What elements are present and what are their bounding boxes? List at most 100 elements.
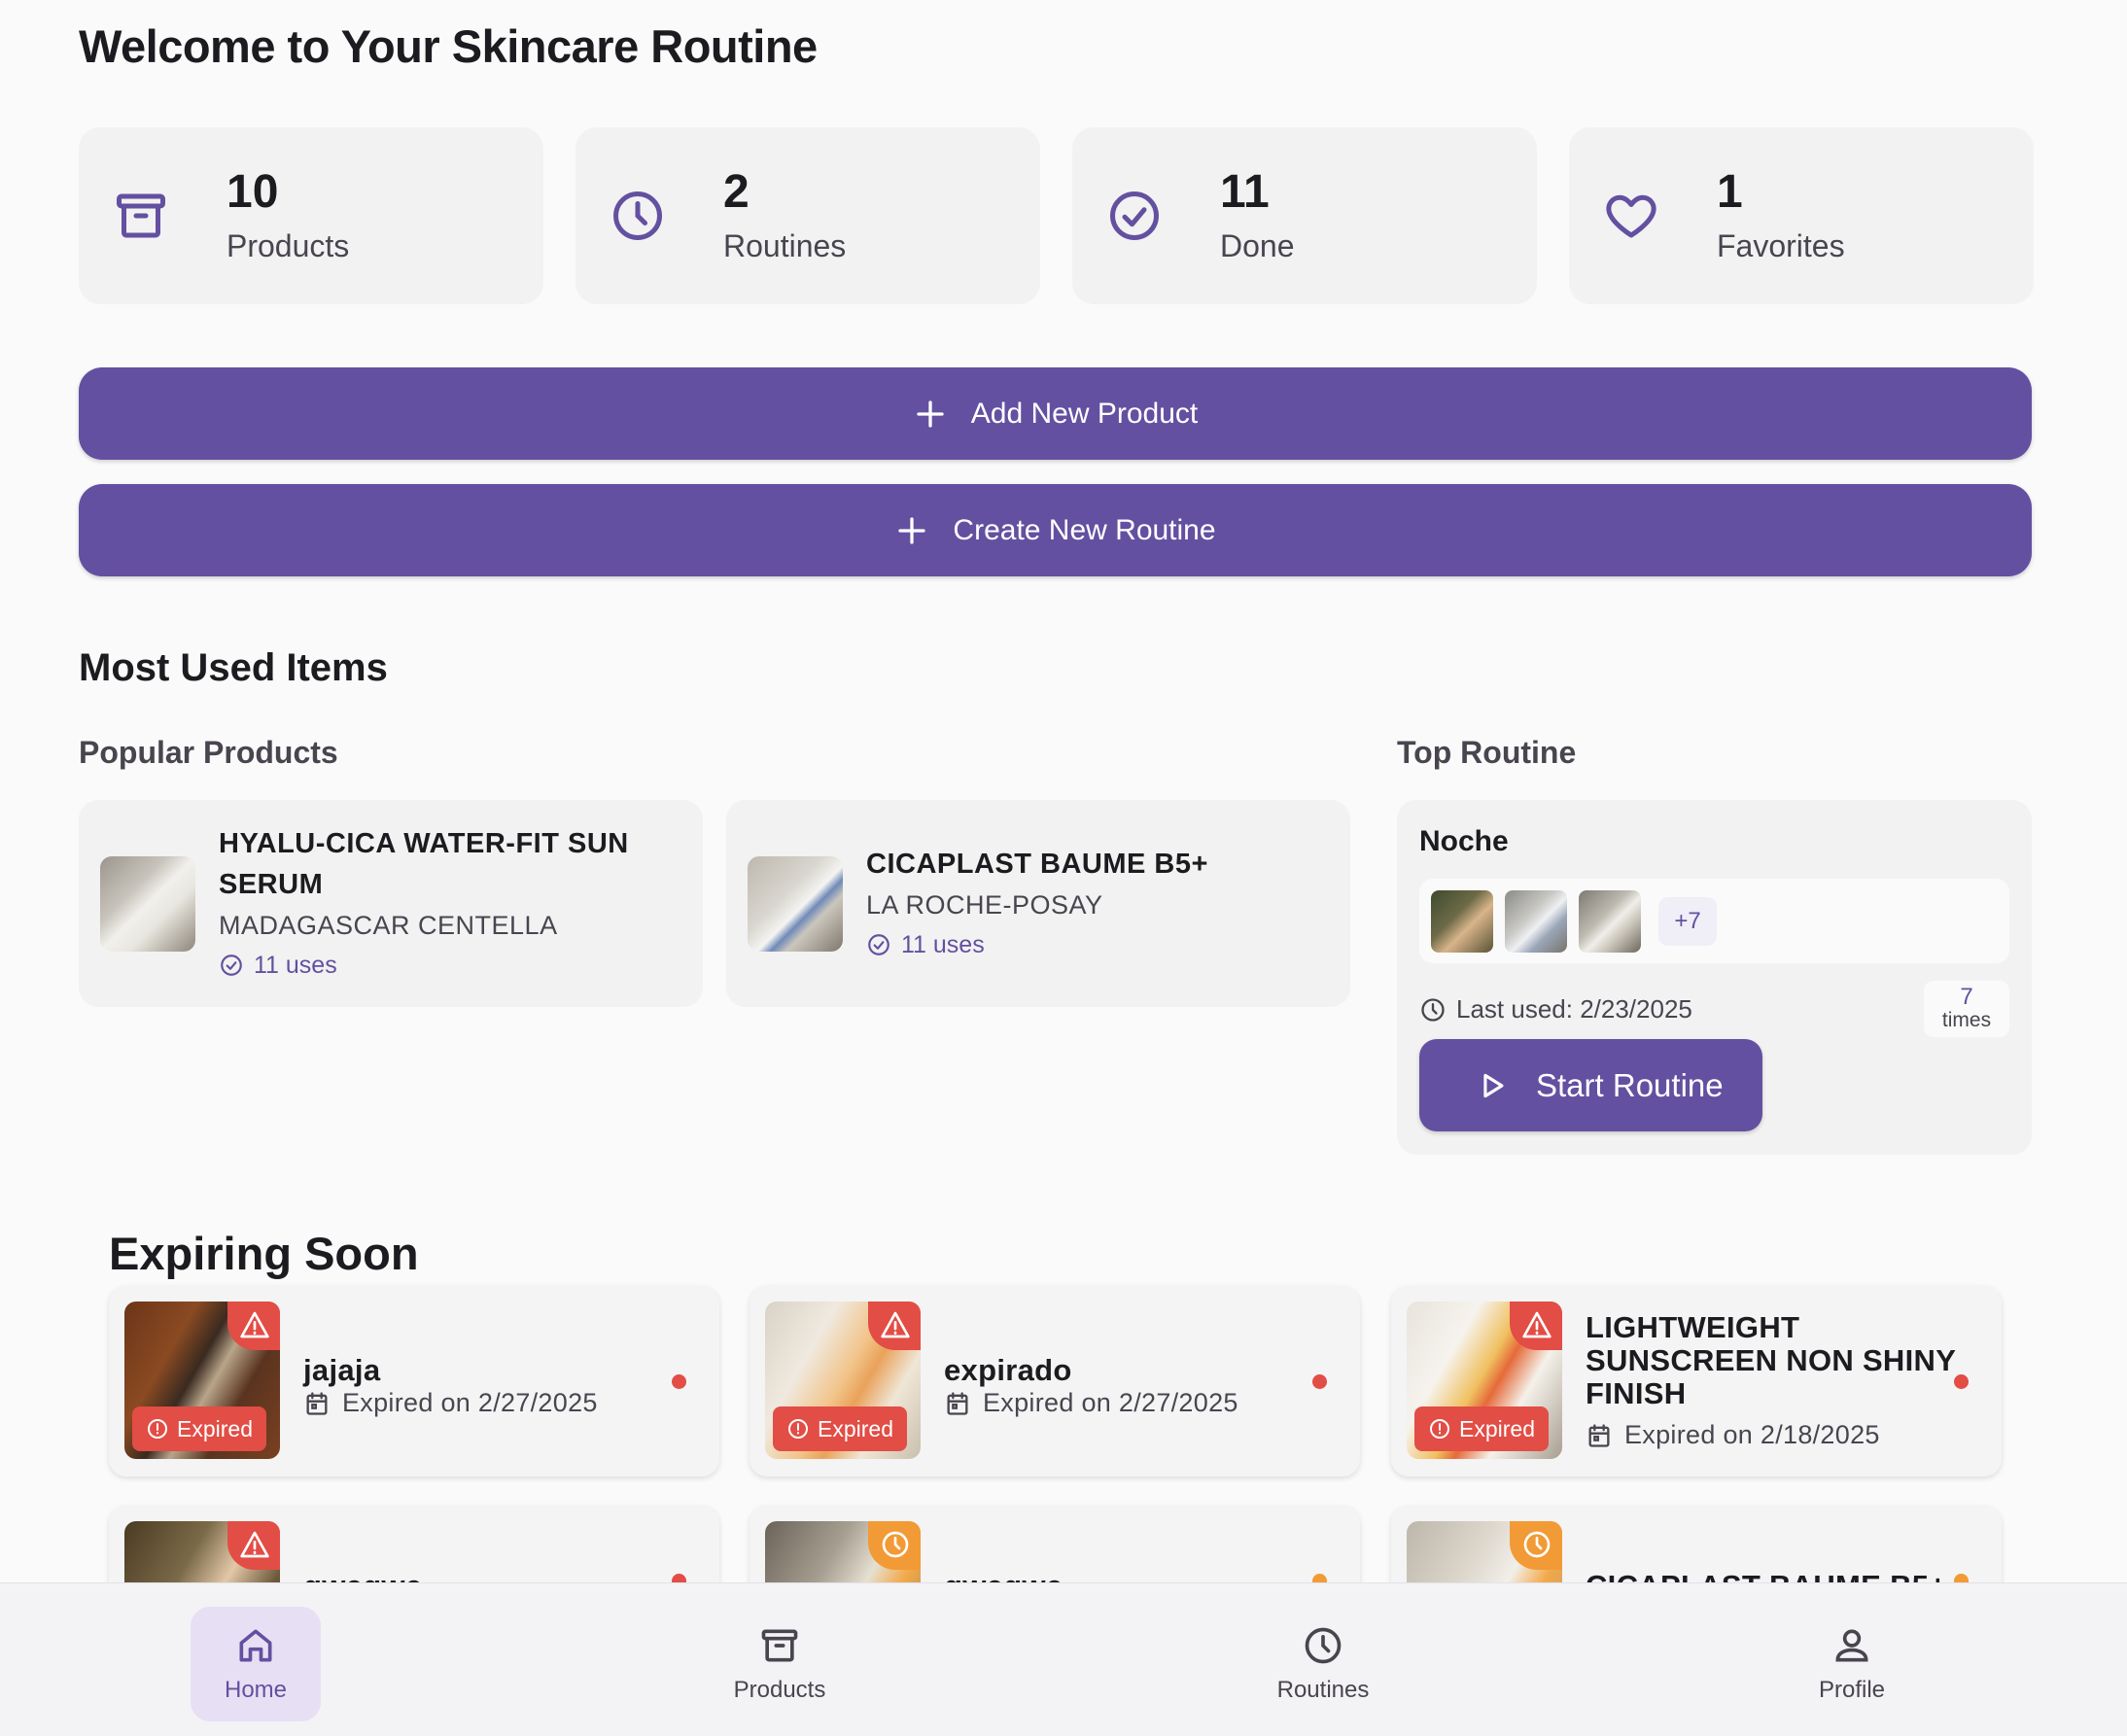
routine-thumb — [1505, 889, 1567, 953]
expiring-item-date: Expired on 2/27/2025 — [303, 1388, 598, 1418]
popular-product-card[interactable]: HYALU-CICA WATER-FIT SUN SERUM MADAGASCA… — [79, 800, 703, 1007]
nav-routines[interactable]: Routines — [1258, 1607, 1388, 1721]
warning-badge — [868, 1302, 921, 1350]
stat-value: 1 — [1717, 166, 1743, 219]
plus-icon — [917, 399, 944, 428]
expired-date-text: Expired on 2/27/2025 — [983, 1388, 1238, 1417]
warning-badge — [227, 1521, 280, 1570]
app-screen: Welcome to Your Skincare Routine 10 Produ… — [0, 0, 2127, 1736]
expired-chip: Expired — [132, 1406, 266, 1451]
times-value: 7 — [1960, 984, 1973, 1010]
start-routine-button[interactable]: Start Routine — [1419, 1039, 1762, 1131]
nav-profile[interactable]: Profile — [1787, 1607, 1917, 1721]
status-dot — [1954, 1374, 1969, 1389]
plus-icon — [898, 516, 926, 544]
product-brand: LA ROCHE-POSAY — [866, 889, 1103, 920]
uses-count: 11 uses — [901, 930, 985, 958]
expiring-item-date: Expired on 2/27/2025 — [944, 1388, 1238, 1418]
stat-value: 2 — [723, 166, 750, 219]
check-circle-icon — [221, 954, 242, 976]
status-dot — [1954, 1574, 1969, 1582]
expired-date-text: Expired on 2/27/2025 — [342, 1388, 598, 1417]
product-image — [748, 855, 843, 952]
expiring-item-card[interactable]: Expired jajaja Expired on 2/27/2025 — [109, 1286, 719, 1476]
alert-circle-icon — [1430, 1419, 1449, 1439]
calendar-icon — [306, 1391, 328, 1415]
nav-home-label: Home — [224, 1677, 288, 1703]
stat-label: Routines — [723, 227, 847, 263]
expiring-item-card[interactable]: Expired LIGHTWEIGHT SUNSCREEN NON SHINY … — [1391, 1286, 2002, 1476]
stat-label: Products — [227, 227, 350, 263]
expiring-item-name: qwegwe — [303, 1570, 422, 1583]
expiring-soon-badge — [1510, 1521, 1562, 1570]
nav-routines-label: Routines — [1276, 1677, 1370, 1703]
nav-products-label: Products — [733, 1677, 826, 1703]
product-name: CICAPLAST BAUME B5+ — [866, 848, 1208, 880]
product-uses: 11 uses — [219, 946, 629, 985]
heart-icon — [1606, 194, 1656, 238]
expiring-item-name: expirado — [944, 1353, 1072, 1387]
product-uses: 11 uses — [866, 925, 1208, 964]
clock-icon — [613, 191, 662, 240]
expiring-item-card[interactable]: qwegwe — [109, 1506, 719, 1582]
expired-label: Expired — [1459, 1415, 1535, 1441]
expiring-item-name: SUNSCREEN NON SHINY — [1586, 1343, 1957, 1377]
create-routine-button[interactable]: Create New Routine — [79, 484, 2032, 576]
scroll-content[interactable]: Welcome to Your Skincare Routine 10 Produ… — [0, 0, 2127, 1582]
person-icon — [1835, 1629, 1868, 1662]
expiring-item-name: FINISH — [1586, 1376, 1687, 1410]
expiring-item-card[interactable]: Expired expirado Expired on 2/27/2025 — [750, 1286, 1360, 1476]
nav-profile-label: Profile — [1818, 1677, 1886, 1703]
expired-label: Expired — [177, 1415, 253, 1441]
product-image — [100, 855, 195, 952]
nav-products[interactable]: Products — [715, 1607, 845, 1721]
warning-icon — [1522, 1311, 1552, 1338]
times-used-badge: 7 times — [1924, 981, 2009, 1037]
alert-circle-icon — [148, 1419, 167, 1439]
archive-icon — [761, 1629, 798, 1662]
product-brand: MADAGASCAR CENTELLA — [219, 910, 558, 940]
warning-icon — [240, 1311, 269, 1338]
clock-icon — [1523, 1531, 1551, 1558]
product-image: Expired — [765, 1302, 921, 1459]
expired-date-text: Expired on 2/18/2025 — [1624, 1420, 1880, 1449]
expiring-item-card[interactable]: qwegwe — [750, 1506, 1360, 1582]
stats-row: 10 Products 2 Routines 11 Done 1 Favorites — [79, 127, 2034, 304]
add-product-label: Add New Product — [970, 397, 1199, 430]
warning-badge — [1510, 1302, 1562, 1350]
expiring-item-name: LIGHTWEIGHT — [1586, 1310, 1800, 1344]
routine-thumb — [1431, 889, 1493, 953]
add-product-button[interactable]: Add New Product — [79, 367, 2032, 460]
create-routine-label: Create New Routine — [953, 513, 1216, 546]
top-routine-title: Top Routine — [1397, 735, 1577, 770]
warning-badge — [227, 1302, 280, 1350]
start-routine-label: Start Routine — [1536, 1066, 1724, 1103]
stat-value: 11 — [1220, 166, 1270, 219]
expired-chip: Expired — [773, 1406, 907, 1451]
expiring-item-card[interactable]: CICAPLAST BAUME B5+ — [1391, 1506, 2002, 1582]
expired-label: Expired — [818, 1415, 893, 1441]
home-icon — [239, 1629, 272, 1662]
popular-product-card[interactable]: CICAPLAST BAUME B5+ LA ROCHE-POSAY 11 us… — [726, 800, 1350, 1007]
stat-label: Favorites — [1717, 227, 1845, 263]
stat-label: Done — [1220, 227, 1295, 263]
product-image: Expired — [124, 1302, 280, 1459]
expired-chip: Expired — [1414, 1406, 1549, 1451]
routine-thumb — [1579, 889, 1641, 953]
expiring-item-name: jajaja — [303, 1353, 381, 1387]
expiring-soon-title: Expiring Soon — [109, 1228, 419, 1279]
clock-icon — [1421, 997, 1445, 1022]
alert-circle-icon — [788, 1419, 808, 1439]
warning-icon — [240, 1531, 269, 1558]
product-image — [765, 1521, 921, 1582]
nav-home[interactable]: Home — [191, 1607, 321, 1721]
status-dot — [672, 1574, 686, 1582]
times-label: times — [1941, 1009, 1992, 1031]
bottom-navigation: Home Products Routines Profile — [0, 1582, 2127, 1736]
top-routine-card[interactable]: Noche +7 Last used: 2/23/2025 7 times St… — [1397, 800, 2032, 1155]
routine-product-thumbnails: +7 — [1419, 879, 2009, 963]
clock-icon — [882, 1531, 909, 1558]
status-dot — [672, 1374, 686, 1389]
status-dot — [1312, 1574, 1327, 1582]
stat-value: 10 — [227, 166, 279, 219]
